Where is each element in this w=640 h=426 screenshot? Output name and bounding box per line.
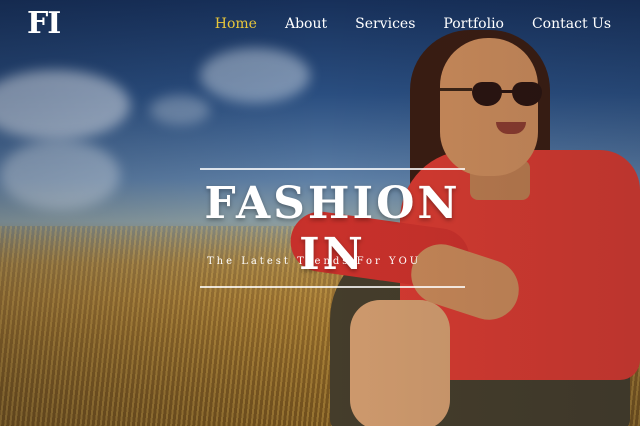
hero-headline: FASHION IN	[200, 168, 465, 288]
nav-item-home[interactable]: Home	[201, 16, 271, 32]
nav-item-about[interactable]: About	[271, 16, 341, 32]
nav-item-portfolio[interactable]: Portfolio	[429, 16, 518, 32]
hero-tagline: The Latest Trends For YOU	[207, 256, 422, 267]
divider-top	[200, 168, 465, 170]
divider-bottom	[200, 286, 465, 288]
hero-section: FI Home About Services Portfolio Contact…	[0, 0, 640, 426]
nav-item-services[interactable]: Services	[341, 16, 429, 32]
nav-item-contact[interactable]: Contact Us	[518, 16, 625, 32]
main-nav: Home About Services Portfolio Contact Us	[201, 16, 625, 32]
site-logo[interactable]: FI	[27, 6, 61, 41]
